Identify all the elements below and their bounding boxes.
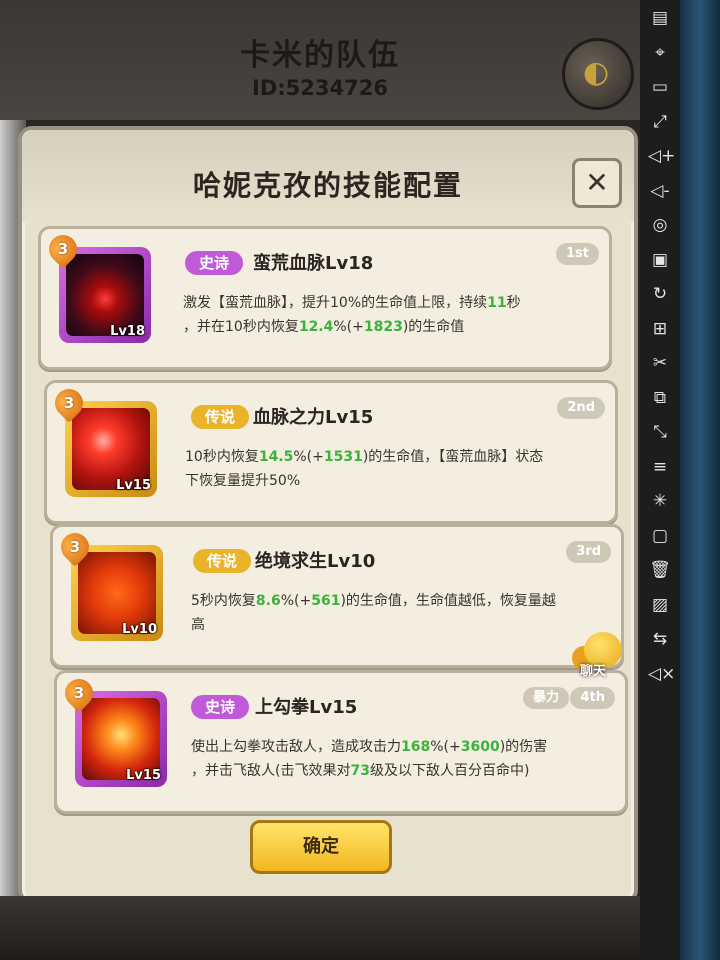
- swap-icon[interactable]: ⇆: [648, 627, 672, 651]
- emulator-sidebar: ▤ ⌖ ▭ ⤢ ◁+ ◁- ◎ ▣ ↻ ⊞ ✂ ⧉ ⤡ ≡ ✳ ▢ 🗑 ▨ ⇆ ◁×: [640, 0, 680, 960]
- skill-name: 上勾拳Lv15: [255, 697, 358, 718]
- copy-icon[interactable]: ⧉: [648, 386, 672, 410]
- avatar[interactable]: ◐: [562, 38, 634, 110]
- refresh-icon[interactable]: ↻: [648, 282, 672, 306]
- skill-card-1[interactable]: Lv18 3 史诗 蛮荒血脉Lv18 1st 激发【蛮荒血脉】，提升10%的生命…: [38, 226, 612, 370]
- image-icon[interactable]: ▨: [648, 593, 672, 617]
- skill-name: 蛮荒血脉Lv18: [253, 253, 374, 274]
- fullscreen-icon[interactable]: ⤢: [648, 110, 672, 134]
- menu-icon[interactable]: ≡: [648, 455, 672, 479]
- skill-icon-level: Lv18: [110, 324, 145, 339]
- location-icon[interactable]: ⌖: [648, 41, 672, 65]
- bottom-bar: [0, 896, 640, 960]
- screenshot-icon[interactable]: ◎: [648, 213, 672, 237]
- skill-count-badge: 3: [59, 673, 99, 713]
- skill-rank: 4th: [570, 687, 615, 709]
- layers-icon[interactable]: ▣: [648, 248, 672, 272]
- skill-name: 血脉之力Lv15: [253, 407, 374, 428]
- chat-button[interactable]: 聊天: [572, 632, 624, 680]
- desktop-background-edge: [680, 0, 720, 960]
- chat-label: 聊天: [580, 664, 607, 679]
- skill-description: 5秒内恢复8.6%(+561)的生命值，生命值越低，恢复量越 高: [191, 593, 556, 633]
- add-icon[interactable]: ⊞: [648, 317, 672, 341]
- skill-description: 10秒内恢复14.5%(+1531)的生命值，【蛮荒血脉】状态 下恢复量提升50…: [185, 449, 544, 489]
- close-button[interactable]: ✕: [572, 158, 622, 208]
- skill-card-4[interactable]: Lv15 3 史诗 上勾拳Lv15 暴力 4th 使出上勾拳攻击敌人，造成攻击力…: [54, 670, 628, 814]
- resize-icon[interactable]: ⤡: [648, 420, 672, 444]
- skill-config-dialog: 哈妮克孜的技能配置 ✕ Lv18 3 史诗 蛮荒血脉Lv18 1st 激发【蛮荒…: [18, 126, 638, 904]
- team-title: 卡米的队伍: [240, 38, 400, 73]
- skill-count-badge: 3: [43, 229, 83, 269]
- loading-icon[interactable]: ✳: [648, 489, 672, 513]
- rarity-badge: 传说: [193, 549, 252, 573]
- skill-rank: 1st: [556, 243, 599, 265]
- video-icon[interactable]: ▢: [648, 524, 672, 548]
- skill-rank: 2nd: [557, 397, 605, 419]
- skill-count-badge: 3: [49, 383, 89, 423]
- volume-down-icon[interactable]: ◁-: [648, 179, 672, 203]
- skill-icon-level: Lv15: [126, 768, 161, 783]
- rarity-badge: 史诗: [185, 251, 244, 275]
- rarity-badge: 史诗: [191, 695, 250, 719]
- skill-card-2[interactable]: Lv15 3 传说 血脉之力Lv15 2nd 10秒内恢复14.5%(+1531…: [44, 380, 618, 524]
- volume-up-icon[interactable]: ◁+: [648, 144, 675, 168]
- skill-rank: 3rd: [566, 541, 611, 563]
- duck-icon: ◐: [583, 55, 610, 90]
- calendar-icon[interactable]: ▤: [648, 6, 672, 30]
- skill-description: 使出上勾拳攻击敌人，造成攻击力168%(+3600)的伤害 ，并击飞敌人(击飞效…: [191, 739, 548, 779]
- mute-icon[interactable]: ◁×: [648, 662, 675, 686]
- skill-tag: 暴力: [522, 687, 569, 709]
- dialog-title: 哈妮克孜的技能配置: [192, 169, 463, 202]
- display-icon[interactable]: ▭: [648, 75, 672, 99]
- skill-icon-level: Lv10: [122, 622, 157, 637]
- skill-icon-level: Lv15: [116, 478, 151, 493]
- skill-description: 激发【蛮荒血脉】，提升10%的生命值上限，持续11秒 ，并在10秒内恢复12.4…: [183, 295, 521, 335]
- skill-name: 绝境求生Lv10: [255, 551, 376, 572]
- rarity-badge: 传说: [191, 405, 250, 429]
- skill-count-badge: 3: [55, 527, 95, 567]
- skill-card-3[interactable]: Lv10 3 传说 绝境求生Lv10 3rd 5秒内恢复8.6%(+561)的生…: [50, 524, 624, 668]
- confirm-button[interactable]: 确定: [250, 820, 392, 874]
- trash-icon[interactable]: 🗑: [648, 558, 672, 582]
- scissors-icon[interactable]: ✂: [648, 351, 672, 375]
- team-id: ID:5234726: [252, 76, 388, 100]
